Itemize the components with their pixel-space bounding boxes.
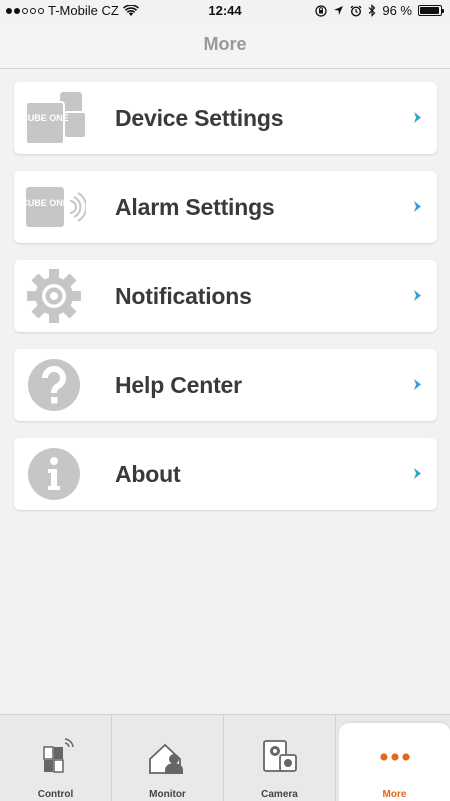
tab-control[interactable]: Control	[0, 715, 112, 801]
menu-item-help-center[interactable]: Help Center	[14, 349, 437, 421]
info-icon	[26, 446, 82, 502]
chevron-right-icon	[414, 468, 421, 479]
chevron-right-icon	[414, 112, 421, 123]
location-icon	[334, 6, 344, 15]
tab-more[interactable]: More	[339, 723, 450, 801]
tab-label: Monitor	[149, 789, 186, 800]
menu-item-label: Help Center	[115, 371, 242, 398]
menu-item-label: Notifications	[115, 282, 252, 309]
tab-label: More	[382, 789, 407, 800]
gear-icon	[26, 268, 82, 324]
chevron-right-icon	[414, 379, 421, 390]
menu-item-device-settings[interactable]: CUBE ONE Device Settings	[14, 82, 437, 154]
tab-camera[interactable]: Camera	[224, 715, 336, 801]
rotation-lock-icon	[315, 4, 328, 17]
monitor-icon	[149, 743, 183, 774]
menu-item-notifications[interactable]: Notifications	[14, 260, 437, 332]
cube-one-text: CUBE ONE	[26, 113, 69, 123]
cube-one-alarm-icon: CUBE ONE	[21, 179, 88, 235]
menu-item-label: Device Settings	[115, 104, 284, 131]
more-dots-icon	[380, 753, 410, 761]
question-icon	[26, 357, 82, 413]
status-bar: T-Mobile CZ 12:44 96 %	[0, 0, 450, 22]
menu-item-alarm-settings[interactable]: CUBE ONE Alarm Settings	[14, 171, 437, 243]
menu-item-about[interactable]: About	[14, 438, 437, 510]
battery-percent: 96 %	[382, 3, 412, 18]
more-menu: CUBE ONE Device Settings CUBE ONE Alarm …	[14, 82, 437, 527]
alarm-clock-icon	[350, 5, 362, 17]
chevron-right-icon	[414, 290, 421, 301]
bluetooth-icon	[368, 4, 376, 17]
nav-bar: More	[0, 22, 450, 69]
tab-label: Control	[37, 789, 74, 800]
menu-item-label: Alarm Settings	[115, 193, 275, 220]
chevron-right-icon	[414, 201, 421, 212]
cube-one-devices-icon: CUBE ONE	[21, 90, 87, 146]
tab-bar: Control Monitor Camera More	[0, 714, 450, 801]
battery-icon	[418, 5, 444, 16]
status-right: 96 %	[315, 3, 444, 18]
control-icon	[43, 738, 74, 773]
tab-monitor[interactable]: Monitor	[112, 715, 224, 801]
cube-one-text: CUBE ONE	[26, 198, 69, 208]
camera-icon	[263, 740, 297, 772]
menu-item-label: About	[115, 460, 181, 487]
page-title: More	[203, 34, 247, 54]
tab-label: Camera	[261, 789, 298, 800]
